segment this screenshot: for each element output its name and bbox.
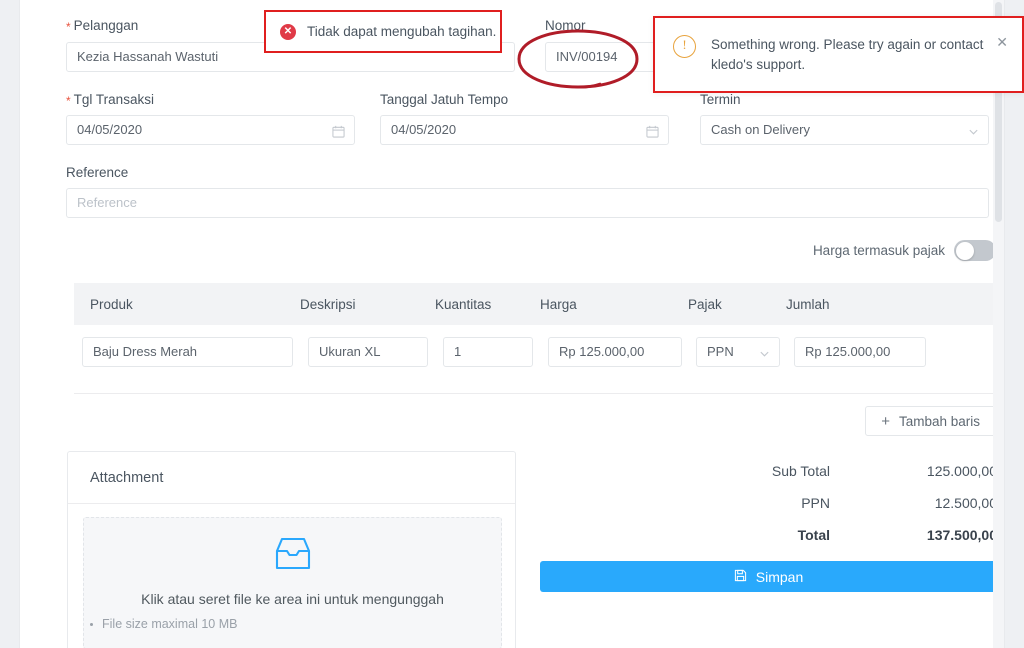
attachment-panel: Attachment Klik atau seret file ke area … [67, 451, 516, 648]
amount-value: Rp 125.000,00 [805, 344, 891, 359]
amount-input[interactable]: Rp 125.000,00 [794, 337, 926, 367]
dropzone-hint: File size maximal 10 MB [84, 617, 501, 631]
description-input[interactable]: Ukuran XL [308, 337, 428, 367]
grand-total-label: Total [797, 527, 830, 543]
grand-total-value: 137.500,00 [926, 527, 997, 543]
tax-total-value: 12.500,00 [934, 495, 997, 511]
cell-quantity: 1 [443, 337, 548, 367]
inline-error-text: Tidak dapat mengubah tagihan. [307, 24, 497, 39]
price-value: Rp 125.000,00 [559, 344, 645, 359]
application-root: * Pelanggan Kezia Hassanah Wastuti Nomor … [0, 0, 1024, 648]
table-row: Baju Dress Merah Ukuran XL 1 Rp 125.000,… [74, 325, 997, 379]
term-select[interactable]: Cash on Delivery [700, 115, 989, 145]
subtotal-value: 125.000,00 [926, 463, 997, 479]
calendar-icon[interactable] [332, 116, 345, 144]
cell-price: Rp 125.000,00 [548, 337, 696, 367]
cell-tax: PPN [696, 337, 794, 367]
due-date-label: Tanggal Jatuh Tempo [380, 92, 509, 107]
grand-total-line: Total 137.500,00 [540, 519, 997, 551]
term-selected-value: Cash on Delivery [711, 122, 810, 137]
warning-circle-icon: ! [673, 35, 696, 58]
dropzone-hint-text: File size maximal 10 MB [102, 617, 238, 631]
table-divider [74, 393, 997, 394]
product-value: Baju Dress Merah [93, 344, 198, 359]
quantity-input[interactable]: 1 [443, 337, 533, 367]
number-label: Nomor [545, 18, 586, 33]
column-header-price: Harga [540, 296, 577, 312]
totals-summary: Sub Total 125.000,00 PPN 12.500,00 Total… [540, 455, 997, 551]
toast-notification: ! Something wrong. Please try again or c… [653, 16, 1024, 93]
subtotal-label: Sub Total [771, 463, 830, 479]
price-input[interactable]: Rp 125.000,00 [548, 337, 682, 367]
tax-total-label: PPN [801, 495, 830, 511]
tax-value: PPN [707, 344, 734, 359]
invoice-form-card: * Pelanggan Kezia Hassanah Wastuti Nomor … [19, 0, 1005, 648]
transaction-date-label-text: Tgl Transaksi [73, 92, 154, 107]
invoice-form: * Pelanggan Kezia Hassanah Wastuti Nomor … [66, 0, 997, 648]
cell-description: Ukuran XL [308, 337, 443, 367]
tax-inclusive-toggle-group: Harga termasuk pajak [813, 240, 996, 261]
attachment-dropzone[interactable]: Klik atau seret file ke area ini untuk m… [83, 517, 502, 648]
customer-input-value: Kezia Hassanah Wastuti [77, 49, 219, 64]
required-indicator: * [66, 20, 71, 34]
number-input-value: INV/00194 [556, 49, 618, 64]
add-row-button-label: Tambah baris [898, 413, 980, 429]
plus-icon: + [881, 412, 890, 430]
column-header-description: Deskripsi [300, 296, 356, 312]
inline-error-message: ✕ Tidak dapat mengubah tagihan. [264, 10, 502, 53]
reference-input[interactable]: Reference [66, 188, 989, 218]
line-items-header-row: Produk Deskripsi Kuantitas Harga Pajak J… [74, 283, 997, 325]
column-header-tax: Pajak [688, 296, 722, 312]
save-button[interactable]: Simpan [540, 561, 997, 592]
tax-inclusive-toggle[interactable] [954, 240, 996, 261]
tax-select[interactable]: PPN [696, 337, 780, 367]
chevron-down-icon[interactable] [759, 338, 770, 366]
column-header-amount: Jumlah [786, 296, 830, 312]
vertical-scrollbar[interactable] [993, 0, 1004, 648]
tax-line: PPN 12.500,00 [540, 487, 997, 519]
cell-amount: Rp 125.000,00 [794, 337, 926, 367]
subtotal-line: Sub Total 125.000,00 [540, 455, 997, 487]
add-row-button[interactable]: + Tambah baris [865, 406, 996, 436]
toast-message-text: Something wrong. Please try again or con… [711, 37, 984, 72]
transaction-date-value: 04/05/2020 [77, 122, 143, 137]
inbox-icon [84, 536, 501, 575]
transaction-date-input[interactable]: 04/05/2020 [66, 115, 355, 145]
product-input[interactable]: Baju Dress Merah [82, 337, 293, 367]
quantity-value: 1 [454, 344, 462, 359]
term-label: Termin [700, 92, 741, 107]
required-indicator: * [66, 94, 71, 108]
transaction-date-label: * Tgl Transaksi [66, 92, 154, 108]
cell-product: Baju Dress Merah [82, 337, 308, 367]
due-date-value: 04/05/2020 [391, 122, 457, 137]
column-header-quantity: Kuantitas [435, 296, 492, 312]
close-icon[interactable]: ✕ [996, 35, 1008, 49]
customer-label: * Pelanggan [66, 18, 138, 34]
save-icon [734, 569, 747, 585]
error-circle-icon: ✕ [280, 23, 296, 40]
tax-inclusive-toggle-label: Harga termasuk pajak [812, 243, 945, 258]
attachment-title: Attachment [68, 452, 515, 504]
toggle-knob [955, 241, 974, 260]
save-button-label: Simpan [755, 568, 804, 585]
description-value: Ukuran XL [319, 344, 381, 359]
customer-label-text: Pelanggan [73, 18, 139, 33]
bullet-icon [90, 623, 93, 626]
reference-label: Reference [66, 165, 129, 180]
chevron-down-icon[interactable] [968, 116, 979, 144]
dropzone-instruction: Klik atau seret file ke area ini untuk m… [141, 591, 444, 607]
reference-placeholder: Reference [77, 195, 137, 210]
line-items-table: Produk Deskripsi Kuantitas Harga Pajak J… [74, 283, 997, 379]
column-header-product: Produk [90, 296, 133, 312]
calendar-icon[interactable] [646, 116, 659, 144]
due-date-input[interactable]: 04/05/2020 [380, 115, 669, 145]
